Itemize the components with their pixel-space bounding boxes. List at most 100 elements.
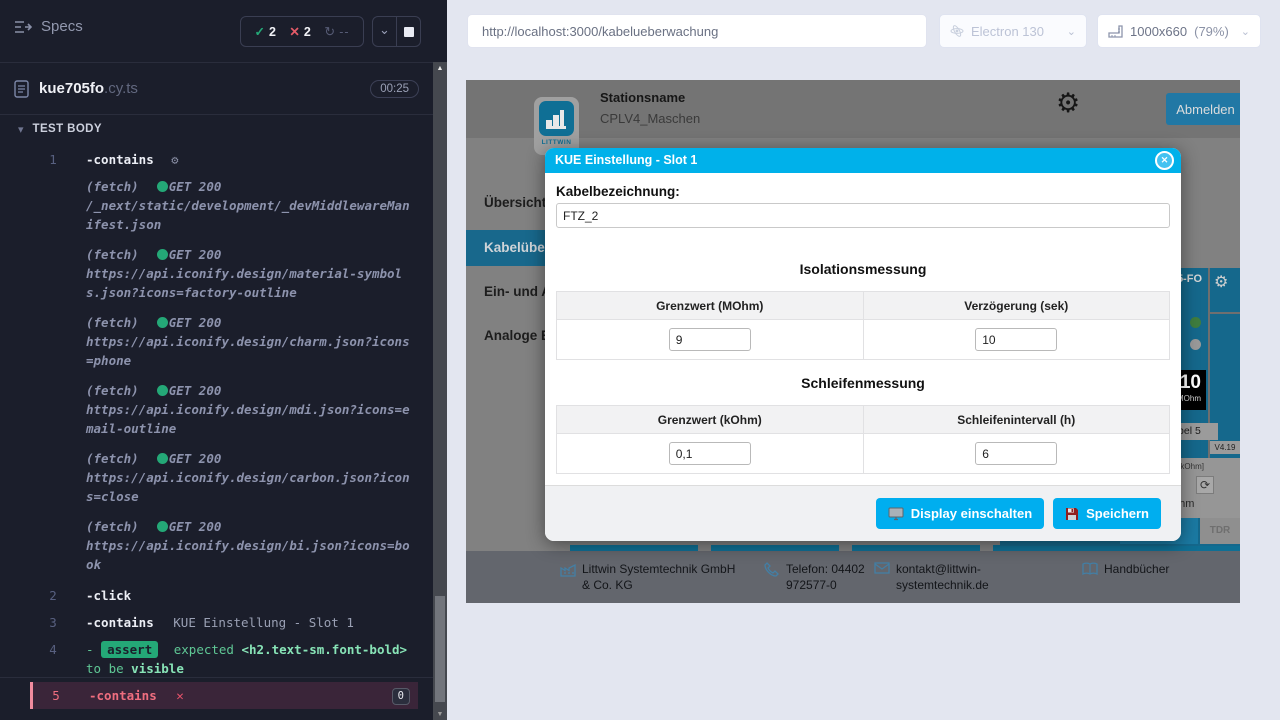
schleifenintervall-input[interactable] [975,442,1057,465]
station-name-label: Stationsname [600,90,685,105]
display-on-label: Display einschalten [911,506,1032,521]
electron-icon [950,24,964,38]
chevron-down-icon: ⌄ [1067,25,1076,38]
book-icon [1082,562,1098,576]
fetch-status: GET 200 [169,247,222,262]
status-led-green [1190,317,1201,328]
command-log: 1 -contains ⚙ (fetch)GET 200 /_next/stat… [30,146,418,709]
fail-x-icon: ✕ [176,688,184,703]
footer-phone: Telefon: 04402 972577-0 [764,561,886,593]
scroll-up-arrow-icon[interactable]: ▲ [433,65,447,72]
schleifen-table: Grenzwert (kOhm) Schleifenintervall (h) [556,405,1170,474]
fetch-url: https://api.iconify.design/mdi.json?icon… [86,400,410,438]
settings-gear-icon[interactable]: ⚙ [1056,88,1080,119]
network-log-entry[interactable]: (fetch)GET 200 https://api.iconify.desig… [30,446,418,509]
table-cell [863,320,1170,360]
kue-settings-modal: KUE Einstellung - Slot 1 ✕ Kabelbezeichn… [545,148,1181,541]
display-on-button[interactable]: Display einschalten [876,498,1044,529]
status-dot-icon [157,385,168,396]
reporter-header: Specs ✓2 ✕2 ↻-- ⌄ [0,0,433,62]
network-log-entry[interactable]: (fetch)GET 200 https://api.iconify.desig… [30,310,418,373]
logout-button[interactable]: Abmelden [1166,93,1240,125]
status-dot-icon [157,181,168,192]
test-body-toggle[interactable]: ▾ TEST BODY [0,115,433,143]
scrollbar-thumb[interactable] [435,596,445,702]
floppy-disk-icon [1065,507,1079,521]
viewport-selector[interactable]: 1000x660 (79%) ⌄ [1097,14,1261,48]
verzoegerung-input[interactable] [975,328,1057,351]
command-click[interactable]: 2 -click [30,582,418,609]
cable-name-input[interactable] [556,203,1170,228]
viewport-size: 1000x660 [1130,24,1187,39]
station-name-value: CPLV4_Maschen [600,111,700,126]
scroll-down-arrow-icon[interactable]: ▼ [433,711,447,718]
fetch-url: https://api.iconify.design/bi.json?icons… [86,536,410,574]
network-log-entry[interactable]: (fetch)GET 200 https://api.iconify.desig… [30,242,418,305]
assert-selector: <h2.text-sm.font-bold> [242,642,408,657]
fetch-status: GET 200 [169,519,222,534]
spec-file-icon [14,80,29,98]
assert-text: expected [174,642,234,657]
chevron-down-icon: ▾ [18,123,24,136]
isolation-table: Grenzwert (MOhm) Verzögerung (sek) [556,291,1170,360]
modal-footer: Display einschalten Speichern [545,485,1181,541]
reporter-sidebar: Specs ✓2 ✕2 ↻-- ⌄ kue705fo.cy.ts 00:25 ▾… [0,0,433,720]
command-name: -contains [86,615,154,630]
network-log-entry[interactable]: (fetch)GET 200 https://api.iconify.desig… [30,514,418,577]
collapse-all-button[interactable]: ⌄ [373,17,396,46]
grenzwert-mohm-input[interactable] [669,328,751,351]
table-cell [557,434,864,474]
refresh-icon[interactable]: ⟳ [1196,476,1214,494]
card-gear-icon[interactable]: ⚙ [1214,272,1228,292]
status-dot-icon [157,521,168,532]
save-button[interactable]: Speichern [1053,498,1161,529]
command-number: 5 [39,686,73,705]
failed-stat: ✕2 [289,24,310,39]
fetch-status: GET 200 [169,451,222,466]
footer-manuals[interactable]: Handbücher [1082,561,1212,577]
table-cell [557,320,864,360]
assert-text-bold: visible [131,661,184,676]
test-body-label: TEST BODY [33,123,102,135]
littwin-logo-text: LITTWIN [534,139,579,146]
footer-email[interactable]: kontakt@littwin-systemtechnik.de [874,561,1016,593]
assert-text: to be [86,661,124,676]
command-name: -contains [86,152,154,167]
specs-menu-icon [14,20,32,34]
command-number: 4 [36,640,70,659]
schleifen-heading: Schleifenmessung [556,375,1170,391]
browser-name: Electron 130 [971,24,1044,39]
stop-tests-button[interactable] [396,17,420,46]
pending-stat: ↻ -- [324,24,349,40]
network-log-entry[interactable]: (fetch)GET 200 https://api.iconify.desig… [30,378,418,441]
command-contains-2[interactable]: 3 -contains KUE Einstellung - Slot 1 [30,609,418,636]
network-log-entry[interactable]: (fetch)GET 200 /_next/static/development… [30,174,418,237]
aut-panel: Electron 130 ⌄ 1000x660 (79%) ⌄ LITTWIN … [447,0,1280,720]
command-contains-failed[interactable]: 5 -contains ✕ 0 [30,682,418,709]
refresh-icon: ↻ [324,24,335,40]
reporter-scrollbar[interactable]: ▲ ▼ [433,0,447,720]
spec-file-row[interactable]: kue705fo.cy.ts 00:25 [0,63,433,114]
browser-selector[interactable]: Electron 130 ⌄ [939,14,1087,48]
fetch-status: GET 200 [169,383,222,398]
specs-menu[interactable]: Specs [14,18,83,35]
command-contains-1[interactable]: 1 -contains ⚙ [30,146,418,174]
fetch-kind: (fetch) [86,247,139,262]
spec-file-name: kue705fo.cy.ts [39,80,360,97]
command-assert[interactable]: 4 - assert expected <h2.text-sm.font-bol… [30,636,418,682]
littwin-logo: LITTWIN [534,97,579,155]
modal-header[interactable]: KUE Einstellung - Slot 1 ✕ [545,148,1181,173]
factory-icon [560,562,576,577]
address-bar[interactable] [467,14,927,48]
littwin-logo-icon [539,101,574,136]
ruler-icon [1108,24,1123,38]
card-tab-tdr[interactable]: TDR [1200,518,1240,544]
pending-count: -- [339,25,349,39]
email-icon [874,562,890,574]
scrollbar-track[interactable]: ▲ ▼ [433,62,447,720]
close-icon[interactable]: ✕ [1155,151,1174,170]
spec-extension: .cy.ts [104,80,138,97]
divider [0,677,433,678]
check-icon: ✓ [254,24,264,39]
grenzwert-kohm-input[interactable] [669,442,751,465]
